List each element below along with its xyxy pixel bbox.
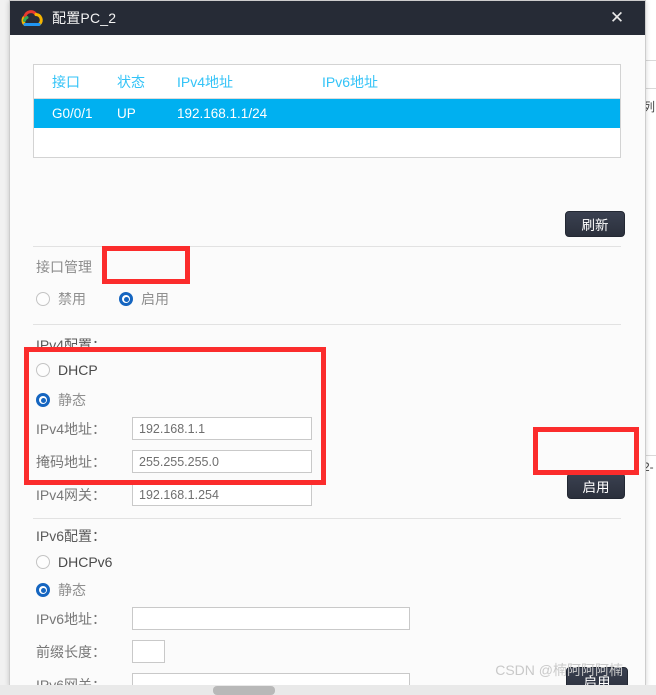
ipv4-mask-row: 掩码地址： (36, 450, 312, 473)
ipv4-gateway-row: IPv4网关： (36, 483, 312, 506)
apply-ipv4-button[interactable]: 启用 (567, 473, 625, 499)
section-divider (33, 324, 621, 325)
ipv4-address-label: IPv4地址： (36, 420, 107, 437)
cell-status: UP (117, 106, 136, 121)
ipv6-prefix-row: 前缀长度： (36, 640, 165, 663)
refresh-button[interactable]: 刷新 (565, 211, 625, 237)
table-empty-row (34, 128, 620, 157)
ipv4-mask-label: 掩码地址： (36, 453, 106, 470)
ipv4-gateway-input[interactable] (132, 483, 312, 506)
column-header-ipv4: IPv4地址 (177, 73, 234, 90)
dialog-body: 接口 状态 IPv4地址 IPv6地址 G0/0/1 UP 192.168.1.… (10, 35, 645, 695)
radio-label-dhcp[interactable]: DHCP (58, 362, 98, 378)
radio-icon-on[interactable] (119, 292, 133, 306)
cloud-icon (21, 10, 43, 26)
radio-label-static[interactable]: 静态 (58, 390, 86, 410)
radio-label-disable[interactable]: 禁用 (58, 289, 86, 309)
dialog-titlebar: 配置PC_2 ✕ (10, 1, 645, 35)
close-icon[interactable]: ✕ (597, 1, 637, 35)
cell-interface: G0/0/1 (52, 106, 93, 121)
radio-icon-off[interactable] (36, 555, 50, 569)
ipv6-address-label: IPv6地址： (36, 610, 107, 627)
background-divider (646, 88, 656, 89)
ipv4-mask-input[interactable] (132, 450, 312, 473)
radio-ipv4-dhcp[interactable]: DHCP (36, 362, 98, 378)
ipv4-address-input[interactable] (132, 417, 312, 440)
radio-icon-on[interactable] (36, 393, 50, 407)
table-header-row: 接口 状态 IPv4地址 IPv6地址 (34, 65, 620, 99)
radio-interface-disable[interactable]: 禁用 (36, 289, 86, 309)
section-divider (33, 246, 621, 247)
radio-interface-enable[interactable]: 启用 (119, 289, 169, 309)
ipv6-config-label: IPv6配置： (36, 528, 107, 544)
screen: 列 2- 配置PC_2 ✕ 接口 状态 IPv4地址 IPv6地址 G0/0/1… (0, 0, 656, 695)
ipv6-address-row: IPv6地址： (36, 607, 410, 630)
dialog-title: 配置PC_2 (52, 10, 117, 26)
radio-label-dhcpv6[interactable]: DHCPv6 (58, 554, 112, 570)
ipv4-address-row: IPv4地址： (36, 417, 312, 440)
radio-ipv4-static[interactable]: 静态 (36, 390, 86, 410)
background-divider (646, 60, 656, 61)
background-text-sliver: 列 (646, 100, 656, 114)
section-divider (33, 518, 621, 519)
table-row[interactable]: G0/0/1 UP 192.168.1.1/24 (34, 99, 620, 128)
column-header-status: 状态 (117, 73, 145, 90)
background-text-sliver: 2- (646, 460, 654, 474)
radio-ipv6-static[interactable]: 静态 (36, 580, 86, 600)
radio-icon-off[interactable] (36, 363, 50, 377)
horizontal-scrollbar-thumb[interactable] (213, 686, 275, 695)
radio-label-static[interactable]: 静态 (58, 580, 86, 600)
radio-icon-off[interactable] (36, 292, 50, 306)
cell-ipv4: 192.168.1.1/24 (177, 106, 268, 121)
column-header-ipv6: IPv6地址 (322, 73, 379, 90)
ipv6-prefix-label: 前缀长度： (36, 643, 106, 660)
interface-table: 接口 状态 IPv4地址 IPv6地址 G0/0/1 UP 192.168.1.… (33, 64, 621, 158)
radio-label-enable[interactable]: 启用 (141, 289, 169, 309)
radio-icon-on[interactable] (36, 583, 50, 597)
ipv6-address-input[interactable] (132, 607, 410, 630)
radio-ipv6-dhcpv6[interactable]: DHCPv6 (36, 554, 112, 570)
background-divider (646, 455, 656, 456)
column-header-interface: 接口 (52, 73, 80, 90)
ipv6-prefix-input[interactable] (132, 640, 165, 663)
interface-management-label: 接口管理 (36, 259, 92, 275)
background-bottom-bar (0, 685, 656, 695)
ipv4-config-label: IPv4配置： (36, 337, 107, 353)
watermark: CSDN @楠阿阿阿楠 (495, 662, 623, 678)
configure-pc-dialog: 配置PC_2 ✕ 接口 状态 IPv4地址 IPv6地址 G0/0/1 UP 1… (9, 0, 646, 695)
ipv4-gateway-label: IPv4网关： (36, 486, 107, 503)
